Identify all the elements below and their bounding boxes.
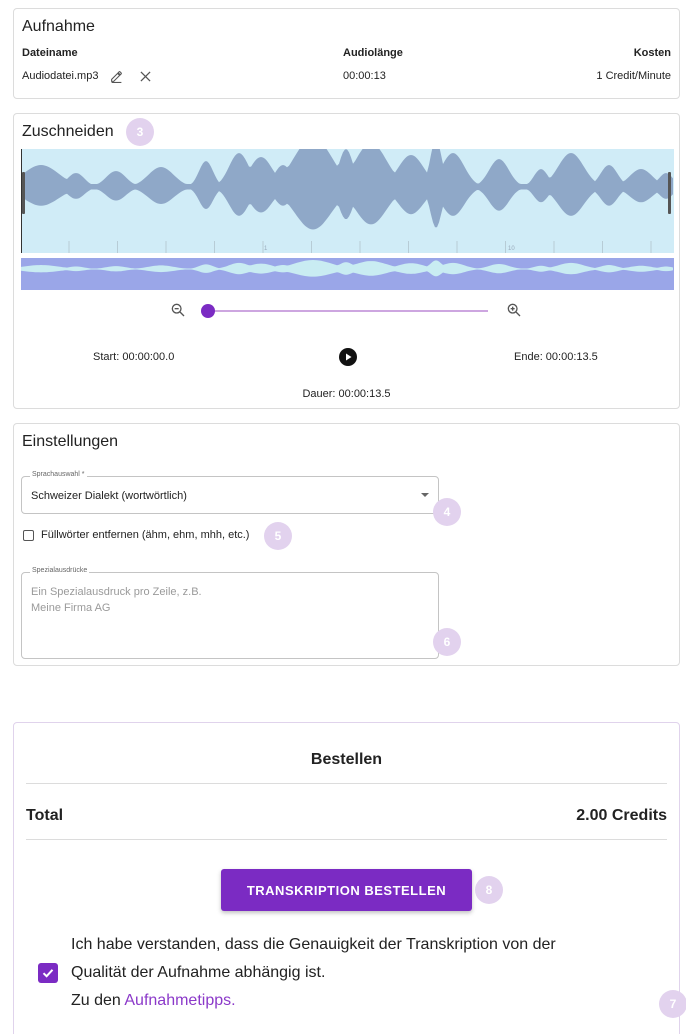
timeline-label-10: 10 bbox=[508, 246, 515, 252]
close-icon[interactable] bbox=[138, 69, 152, 83]
zoom-slider-track[interactable] bbox=[208, 310, 488, 312]
step-badge-3: 3 bbox=[126, 118, 154, 146]
filename-header: Dateiname bbox=[22, 47, 78, 59]
total-value: 2.00 Credits bbox=[576, 807, 667, 824]
language-select[interactable]: Sprachauswahl * Schweizer Dialekt (wortw… bbox=[21, 471, 439, 514]
recording-card: Aufnahme Dateiname Audiolänge Kosten Aud… bbox=[13, 8, 680, 99]
audio-length-value: 00:00:13 bbox=[343, 70, 386, 82]
special-terms-textarea[interactable]: Spezialausdrücke Ein Spezialausdruck pro… bbox=[21, 567, 439, 659]
step-badge-8: 8 bbox=[475, 876, 503, 904]
trim-end-handle[interactable] bbox=[668, 172, 671, 214]
step-badge-6: 6 bbox=[433, 628, 461, 656]
divider bbox=[26, 783, 667, 784]
special-terms-placeholder-2: Meine Firma AG bbox=[31, 602, 111, 614]
waveform-minimap[interactable] bbox=[21, 258, 674, 290]
waveform-region[interactable]: 1 10 bbox=[21, 149, 674, 253]
trim-start-time: Start: 00:00:00.0 bbox=[93, 351, 175, 363]
pencil-icon[interactable] bbox=[109, 69, 123, 83]
filler-words-checkbox[interactable] bbox=[23, 530, 34, 541]
special-terms-placeholder-1: Ein Spezialausdruck pro Zeile, z.B. bbox=[31, 586, 202, 598]
consent-line-2: Qualität der Aufnahme abhängig ist. bbox=[71, 964, 326, 981]
zoom-in-icon[interactable] bbox=[505, 301, 523, 319]
recording-tips-link[interactable]: Aufnahmetipps. bbox=[124, 992, 235, 1009]
step-badge-4: 4 bbox=[433, 498, 461, 526]
play-icon[interactable] bbox=[339, 348, 357, 366]
order-card: Bestellen Total 2.00 Credits TRANSKRIPTI… bbox=[13, 722, 686, 1034]
recording-tips-prefix: Zu den bbox=[71, 992, 125, 1009]
trim-duration: Dauer: 00:00:13.5 bbox=[302, 388, 391, 400]
trim-card: Zuschneiden 3 1 10 Start: 00:00:00.0 End… bbox=[13, 113, 680, 409]
cost-header: Kosten bbox=[633, 47, 671, 59]
recording-tips-line: Zu den Aufnahmetipps. bbox=[71, 987, 236, 1015]
special-terms-label: Spezialausdrücke bbox=[30, 567, 90, 574]
audio-length-header: Audiolänge bbox=[343, 47, 403, 59]
trim-end-time: Ende: 00:00:13.5 bbox=[514, 351, 598, 363]
recording-title: Aufnahme bbox=[22, 18, 95, 35]
step-badge-5: 5 bbox=[264, 522, 292, 550]
consent-checkbox[interactable] bbox=[38, 963, 58, 983]
step-badge-7: 7 bbox=[659, 990, 686, 1018]
language-select-value: Schweizer Dialekt (wortwörtlich) bbox=[31, 490, 187, 502]
divider bbox=[26, 839, 667, 840]
check-icon bbox=[42, 969, 54, 978]
language-select-label: Sprachauswahl * bbox=[30, 471, 87, 478]
settings-card: Einstellungen Sprachauswahl * Schweizer … bbox=[13, 423, 680, 666]
trim-title: Zuschneiden bbox=[22, 123, 114, 140]
chevron-down-icon bbox=[421, 493, 429, 497]
settings-title: Einstellungen bbox=[22, 433, 119, 450]
cost-value: 1 Credit/Minute bbox=[596, 70, 671, 82]
order-title: Bestellen bbox=[310, 751, 383, 768]
filename-value: Audiodatei.mp3 bbox=[22, 70, 99, 82]
consent-line-1: Ich habe verstanden, dass die Genauigkei… bbox=[71, 936, 556, 953]
total-label: Total bbox=[26, 807, 64, 824]
trim-start-handle[interactable] bbox=[22, 172, 25, 214]
zoom-slider-thumb[interactable] bbox=[201, 304, 215, 318]
zoom-out-icon[interactable] bbox=[169, 301, 187, 319]
order-transcription-button[interactable]: TRANSKRIPTION BESTELLEN bbox=[221, 869, 472, 911]
filler-words-label: Füllwörter entfernen (ähm, ehm, mhh, etc… bbox=[41, 529, 250, 541]
